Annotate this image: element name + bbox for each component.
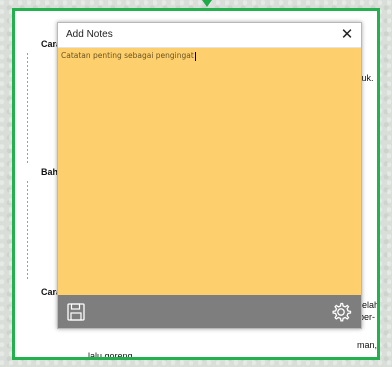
note-toolbar (58, 295, 361, 328)
gear-icon (332, 302, 352, 322)
add-notes-window: Add Notes ✕ Catatan penting sebagai peng… (57, 22, 362, 329)
notes-titlebar: Add Notes ✕ (58, 23, 361, 48)
settings-button[interactable] (330, 301, 352, 323)
doc-side-text-4: man, (357, 340, 378, 350)
text-caret (194, 51, 196, 61)
doc-bottom-text: lalu goreng (88, 351, 133, 360)
note-text: Catatan penting sebagai pengingat (61, 51, 194, 60)
frame-pointer (202, 0, 212, 7)
doc-heading-2: Bah (41, 167, 59, 177)
notes-window-title: Add Notes (66, 29, 113, 40)
save-icon (67, 303, 85, 321)
note-textarea[interactable]: Catatan penting sebagai pengingat (61, 51, 196, 61)
doc-divider (27, 53, 28, 163)
doc-divider (27, 181, 28, 281)
close-button[interactable]: ✕ (337, 25, 357, 45)
save-button[interactable] (65, 301, 87, 323)
close-icon: ✕ (340, 26, 354, 43)
